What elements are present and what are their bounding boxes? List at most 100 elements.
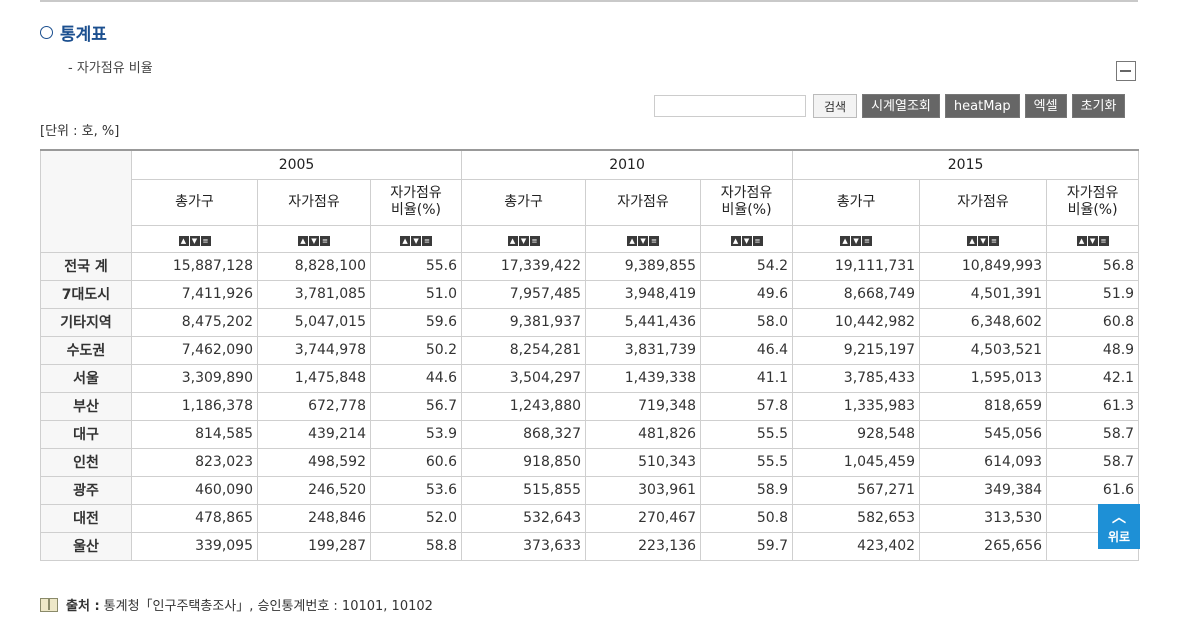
table-row: 기타지역 8,475,202 5,047,015 59.6 9,381,937 5,441… bbox=[40, 307, 1140, 337]
table-cell: 4,503,521 bbox=[919, 335, 1048, 365]
sort-menu-icon[interactable]: ≡ bbox=[649, 235, 660, 246]
table-cell: 928,548 bbox=[792, 419, 921, 449]
sort-menu-icon[interactable]: ≡ bbox=[529, 235, 540, 246]
table-cell: 8,828,100 bbox=[257, 251, 371, 281]
search-button[interactable]: 검색 bbox=[813, 94, 858, 118]
table-cell: 1,475,848 bbox=[257, 363, 371, 393]
table-subtitle: - 자가점유 비율 bbox=[68, 61, 153, 76]
column-header: 총가구 bbox=[461, 178, 587, 226]
heatmap-button[interactable]: heatMap bbox=[944, 94, 1020, 118]
column-header-line1: 자가점유 bbox=[288, 193, 340, 210]
timeseries-button[interactable]: 시계열조회 bbox=[862, 94, 940, 118]
table-cell: 7,411,926 bbox=[131, 279, 258, 309]
table-cell: 4,501,391 bbox=[919, 279, 1048, 309]
sort-menu-icon[interactable]: ≡ bbox=[862, 235, 873, 246]
book-icon bbox=[40, 597, 58, 612]
sort-asc-icon[interactable]: ▲ bbox=[730, 235, 741, 246]
sort-asc-icon[interactable]: ▲ bbox=[840, 235, 851, 246]
table-row: 서울 3,309,890 1,475,848 44.6 3,504,297 1,439,3… bbox=[40, 363, 1140, 393]
table-cell: 3,948,419 bbox=[585, 279, 702, 309]
table-cell: 52.0 bbox=[369, 503, 463, 533]
table-cell: 460,090 bbox=[131, 475, 258, 505]
table-cell: 1,439,338 bbox=[585, 363, 702, 393]
chevron-up-icon: ︿ bbox=[1112, 510, 1126, 526]
table-cell: 60.8 bbox=[1046, 307, 1140, 337]
sort-desc-icon[interactable]: ▼ bbox=[411, 235, 422, 246]
sort-desc-icon[interactable]: ▼ bbox=[309, 235, 319, 246]
table-cell: 265,656 bbox=[919, 531, 1048, 561]
sort-desc-icon[interactable]: ▼ bbox=[978, 235, 989, 246]
section-title-text: 통계표 bbox=[60, 25, 107, 45]
scroll-top-button[interactable]: ︿ 위로 bbox=[1098, 504, 1140, 549]
table-cell: 57.8 bbox=[700, 391, 794, 421]
sort-asc-icon[interactable]: ▲ bbox=[507, 235, 518, 246]
table-cell: 1,186,378 bbox=[131, 391, 258, 421]
table-cell: 313,530 bbox=[919, 503, 1048, 533]
table-cell: 582,653 bbox=[792, 503, 921, 533]
table-cell: 8,475,202 bbox=[131, 307, 258, 337]
row-header: 부산 bbox=[40, 391, 132, 421]
sort-controls: ▲ ▼ ≡ bbox=[919, 224, 1048, 253]
sort-asc-icon[interactable]: ▲ bbox=[627, 235, 638, 246]
sort-asc-icon[interactable]: ▲ bbox=[967, 235, 978, 246]
sort-desc-icon[interactable]: ▼ bbox=[741, 235, 752, 246]
column-header: 총가구 bbox=[131, 178, 258, 226]
table-row: 수도권 7,462,090 3,744,978 50.2 8,254,281 3,831,… bbox=[40, 335, 1140, 365]
sort-menu-icon[interactable]: ≡ bbox=[422, 235, 433, 246]
sort-asc-icon[interactable]: ▲ bbox=[298, 235, 308, 246]
table-cell: 672,778 bbox=[257, 391, 371, 421]
table-cell: 61.3 bbox=[1046, 391, 1140, 421]
table-cell: 15,887,128 bbox=[131, 251, 258, 281]
column-header-line2: 비율(%) bbox=[721, 202, 772, 218]
sort-desc-icon[interactable]: ▼ bbox=[851, 235, 862, 246]
column-header-line1: 자가점유 bbox=[720, 185, 773, 201]
table-cell: 1,045,459 bbox=[792, 447, 921, 477]
source-note: 출처 : 통계청「인구주택총조사」, 승인통계번호 : 10101, 10102 bbox=[40, 595, 433, 614]
column-header: 자가점유 비율(%) bbox=[1046, 178, 1140, 226]
table-cell: 56.8 bbox=[1046, 251, 1140, 281]
column-header: 자가점유 비율(%) bbox=[700, 178, 794, 226]
table-cell: 44.6 bbox=[369, 363, 463, 393]
table-cell: 58.9 bbox=[700, 475, 794, 505]
stats-table: 2005 2010 2015 총가구 자가점유 자가점유 비율(%) 총가구 자가점유 자가점유… bbox=[40, 149, 1140, 561]
sort-menu-icon[interactable]: ≡ bbox=[200, 235, 211, 246]
table-cell: 41.1 bbox=[700, 363, 794, 393]
table-cell: 814,585 bbox=[131, 419, 258, 449]
table-cell: 58.7 bbox=[1046, 419, 1140, 449]
row-header: 전국 계 bbox=[40, 251, 132, 281]
row-header: 대구 bbox=[40, 419, 132, 449]
table-cell: 46.4 bbox=[700, 335, 794, 365]
sort-controls: ▲ ▼ ≡ bbox=[257, 224, 371, 253]
sort-desc-icon[interactable]: ▼ bbox=[189, 235, 200, 246]
column-header-line2: 비율(%) bbox=[1067, 202, 1118, 218]
sort-desc-icon[interactable]: ▼ bbox=[1087, 235, 1098, 246]
source-label: 출처 : bbox=[66, 599, 100, 614]
sort-desc-icon[interactable]: ▼ bbox=[518, 235, 529, 246]
scroll-top-label: 위로 bbox=[1107, 530, 1131, 544]
table-cell: 303,961 bbox=[585, 475, 702, 505]
table-cell: 481,826 bbox=[585, 419, 702, 449]
table-cell: 59.7 bbox=[700, 531, 794, 561]
sort-asc-icon[interactable]: ▲ bbox=[1076, 235, 1087, 246]
search-input[interactable] bbox=[654, 95, 806, 117]
sort-asc-icon[interactable]: ▲ bbox=[178, 235, 189, 246]
sort-menu-icon[interactable]: ≡ bbox=[989, 235, 1000, 246]
sort-desc-icon[interactable]: ▼ bbox=[638, 235, 649, 246]
table-cell: 7,462,090 bbox=[131, 335, 258, 365]
table-cell: 17,339,422 bbox=[461, 251, 587, 281]
sort-menu-icon[interactable]: ≡ bbox=[320, 235, 330, 246]
table-cell: 3,504,297 bbox=[461, 363, 587, 393]
table-row: 전국 계 15,887,128 8,828,100 55.6 17,339,422 9,3… bbox=[40, 251, 1140, 281]
table-cell: 515,855 bbox=[461, 475, 587, 505]
table-cell: 498,592 bbox=[257, 447, 371, 477]
collapse-minus-icon[interactable] bbox=[1116, 61, 1136, 81]
sort-asc-icon[interactable]: ▲ bbox=[400, 235, 411, 246]
reset-button[interactable]: 초기화 bbox=[1071, 94, 1126, 118]
sort-menu-icon[interactable]: ≡ bbox=[1098, 235, 1109, 246]
table-cell: 246,520 bbox=[257, 475, 371, 505]
top-divider bbox=[40, 0, 1138, 2]
sort-menu-icon[interactable]: ≡ bbox=[752, 235, 763, 246]
row-header: 서울 bbox=[40, 363, 132, 393]
excel-button[interactable]: 엑셀 bbox=[1024, 94, 1067, 118]
table-cell: 8,668,749 bbox=[792, 279, 921, 309]
